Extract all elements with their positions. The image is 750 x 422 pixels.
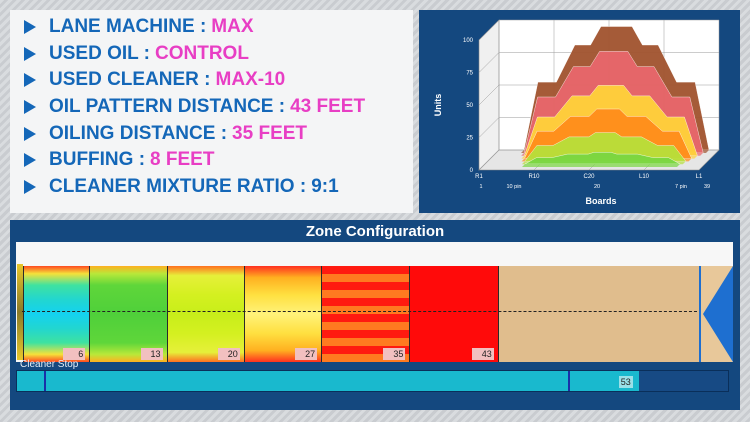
spec-label: BUFFING : — [49, 149, 146, 171]
triangle-bullet-icon — [24, 100, 36, 115]
chart-ylabel: Units — [433, 94, 443, 117]
spec-label: USED CLEANER : — [49, 69, 211, 91]
zone-distance-label: 27 — [295, 348, 318, 360]
pin-deck — [699, 266, 733, 362]
lane-diagram: 6 13 20 27 35 43 — [16, 242, 733, 362]
chart-x-subtick: 39 — [704, 184, 710, 190]
zone-configuration-panel: Zone Configuration 6 13 20 27 35 43 Cleaner S… — [10, 220, 740, 410]
zone-6[interactable]: 43 — [409, 266, 498, 362]
cleaner-stop-fill — [17, 371, 639, 391]
chart-x-tick: C20 — [583, 174, 595, 180]
spec-lane-machine: LANE MACHINE : MAX — [24, 14, 413, 41]
center-dashed-line — [22, 311, 702, 312]
triangle-bullet-icon — [24, 153, 36, 168]
buffing-zone — [497, 266, 699, 362]
chart-y-tick: 50 — [466, 103, 473, 109]
spec-value: 43 FEET — [290, 96, 366, 118]
spec-value: 35 FEET — [232, 122, 308, 144]
chart-x-tick: R1 — [475, 174, 483, 180]
spec-used-cleaner: USED CLEANER : MAX-10 — [24, 67, 413, 94]
cleaner-end-marker[interactable] — [568, 371, 570, 391]
spec-label: USED OIL : — [49, 42, 150, 64]
zone-configuration-title: Zone Configuration — [305, 223, 445, 240]
zone-2[interactable]: 13 — [89, 266, 167, 362]
chart-x-subtick: 20 — [594, 184, 600, 190]
chart-y-tick: 100 — [463, 38, 474, 44]
oil-pattern-chart-panel: 0 25 50 75 100 R1 R10 C20 L10 L1 1 10 pin 20 7 pin 39 … — [419, 10, 740, 213]
spec-value: 8 FEET — [150, 149, 215, 171]
zone-3[interactable]: 20 — [166, 266, 244, 362]
chart-x-tick: R10 — [528, 174, 540, 180]
cleaner-stop-label: Cleaner Stop — [20, 359, 79, 370]
triangle-bullet-icon — [24, 73, 36, 88]
spec-used-oil: USED OIL : CONTROL — [24, 41, 413, 68]
zone-distance-label: 13 — [140, 348, 163, 360]
zone-4[interactable]: 27 — [243, 266, 322, 362]
triangle-bullet-icon — [24, 46, 36, 61]
chart-y-tick: 25 — [466, 136, 473, 142]
chart-x-subtick: 1 — [479, 184, 482, 190]
zone-1[interactable]: 6 — [23, 266, 90, 362]
zone-distance-label: 35 — [383, 348, 406, 360]
chart-x-subtick: 7 pin — [675, 184, 687, 190]
chart-series-edge — [522, 164, 680, 167]
spec-oiling-distance: OILING DISTANCE : 35 FEET — [24, 120, 413, 147]
spec-value: MAX — [211, 16, 254, 38]
chart-x-subtick: 10 pin — [507, 184, 522, 190]
chart-y-tick: 0 — [470, 168, 474, 174]
spec-value: 9:1 — [311, 175, 339, 197]
oil-pattern-3d-chart: 0255075100R1 R10 C20 L10 L11 10 pin 20 7 pin 39 … — [433, 19, 720, 206]
zone-distance-label: 20 — [217, 348, 240, 360]
spec-buffing: BUFFING : 8 FEET — [24, 147, 413, 174]
spec-cleaner-mixture-ratio: CLEANER MIXTURE RATIO : 9:1 — [24, 174, 413, 201]
chart-xlabel: Boards — [585, 196, 616, 206]
pin-deck-triangle-icon — [703, 266, 733, 362]
spec-label: LANE MACHINE : — [49, 16, 207, 38]
cleaner-stop-slider[interactable]: 53 — [16, 370, 729, 392]
spec-oil-pattern-distance: OIL PATTERN DISTANCE : 43 FEET — [24, 94, 413, 121]
triangle-bullet-icon — [24, 126, 36, 141]
spec-label: OIL PATTERN DISTANCE : — [49, 96, 286, 118]
spec-value: CONTROL — [155, 42, 249, 64]
chart-x-tick: L10 — [639, 174, 650, 180]
zone-5[interactable]: 35 — [321, 266, 410, 362]
spec-value: MAX-10 — [215, 69, 286, 91]
zone-distance-label: 43 — [471, 348, 494, 360]
chart-x-tick: L1 — [696, 174, 703, 180]
spec-label: CLEANER MIXTURE RATIO : — [49, 175, 307, 197]
triangle-bullet-icon — [24, 20, 36, 35]
triangle-bullet-icon — [24, 179, 36, 194]
specs-panel: LANE MACHINE : MAX USED OIL : CONTROL US… — [10, 10, 413, 213]
spec-label: OILING DISTANCE : — [49, 122, 228, 144]
cleaner-stop-value: 53 — [618, 376, 633, 388]
chart-y-tick: 75 — [466, 71, 473, 77]
cleaner-start-marker[interactable] — [44, 371, 46, 391]
